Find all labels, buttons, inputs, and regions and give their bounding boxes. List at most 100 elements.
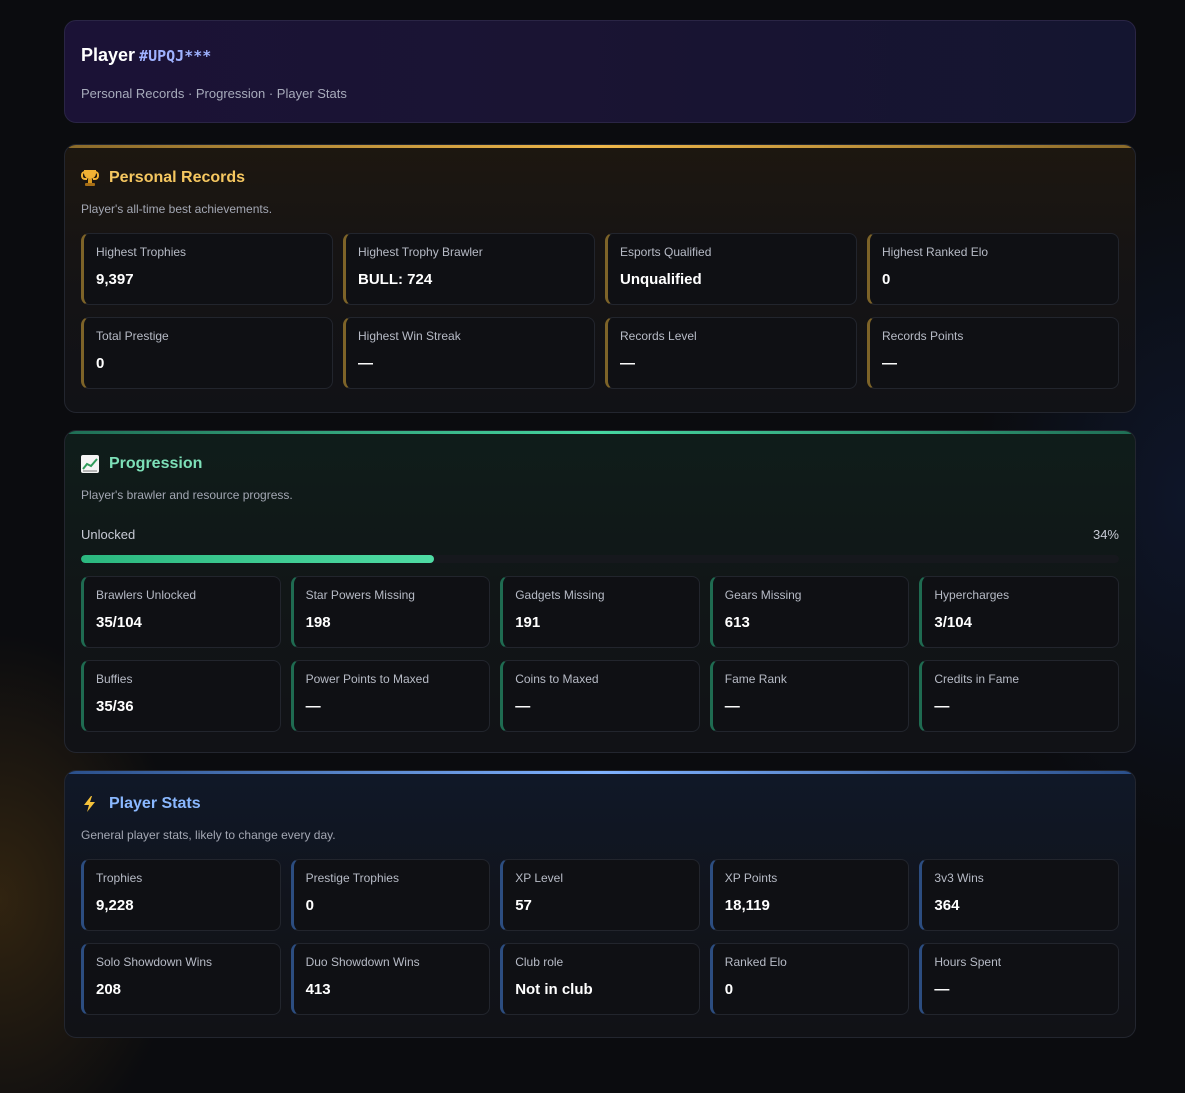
stat-card-ranked-elo: Ranked Elo 0 [709,943,910,1015]
stat-label: Prestige Trophies [305,871,399,885]
stat-label: Ranked Elo [724,955,787,969]
stat-label: Club role [515,955,564,969]
stat-card-coins-to-maxed: Coins to Maxed — [500,660,700,732]
stat-value: 0 [305,897,314,914]
trophy-icon [81,169,99,187]
progression-title: Progression [109,455,203,472]
stat-value: 0 [882,271,891,288]
stat-value: Not in club [515,981,593,998]
stat-value: — [724,698,740,715]
unlocked-progress-header: Unlocked 34% [81,527,1119,542]
stat-value: 0 [96,355,105,372]
stat-card-club-role: Club role Not in club [500,943,700,1015]
stat-value: 191 [515,614,541,631]
stat-label: XP Points [724,871,778,885]
stat-value: 3/104 [934,614,972,631]
stat-value: 364 [934,897,960,914]
stat-label: Buffies [96,672,133,686]
stat-label: Solo Showdown Wins [96,955,213,969]
lightning-icon [81,795,99,813]
stat-card-star-powers-missing: Star Powers Missing 198 [290,576,491,648]
stat-value: — [620,355,635,372]
stat-label: Trophies [96,871,143,885]
stat-card-gears-missing: Gears Missing 613 [709,576,910,648]
stat-card-records-points: Records Points — [867,317,1119,389]
stat-label: Star Powers Missing [305,588,415,602]
unlocked-progress-percent: 34% [1092,527,1119,542]
stat-value: — [305,698,321,715]
stat-card-buffies: Buffies 35/36 [81,660,281,732]
stat-label: Coins to Maxed [515,672,599,686]
stat-card-hypercharges: Hypercharges 3/104 [919,576,1119,648]
personal-records-title: Personal Records [109,169,246,186]
stat-card-duo-showdown-wins: Duo Showdown Wins 413 [290,943,491,1015]
stat-label: Highest Win Streak [358,329,461,343]
stat-label: Fame Rank [724,672,787,686]
player-stats-grid: Trophies 9,228 Prestige Trophies 0 XP Leve… [81,859,1119,1015]
stat-card-esports-qualified: Esports Qualified Unqualified [605,233,857,305]
stat-label: Records Points [882,329,964,343]
stat-card-power-points-to-maxed: Power Points to Maxed — [290,660,491,732]
stat-card-highest-trophies: Highest Trophies 9,397 [81,233,333,305]
stat-label: Esports Qualified [620,245,712,259]
stat-card-xp-level: XP Level 57 [500,859,700,931]
stat-card-highest-trophy-brawler: Highest Trophy Brawler BULL: 724 [343,233,595,305]
page-container: Player #UPQJ*** Personal Records · Progr… [64,20,1136,1038]
stat-value: — [934,981,950,998]
stat-card-3v3-wins: 3v3 Wins 364 [919,859,1119,931]
stat-value: — [934,698,950,715]
stat-value: 198 [305,614,331,631]
stat-label: Highest Ranked Elo [882,245,989,259]
progression-grid: Brawlers Unlocked 35/104 Star Powers Miss… [81,576,1119,732]
stat-label: Gears Missing [724,588,802,602]
stat-label: Duo Showdown Wins [305,955,420,969]
personal-records-section: Personal Records Player's all-time best … [64,144,1136,413]
stat-label: Highest Trophies [96,245,187,259]
stat-value: 9,228 [96,897,134,914]
stat-label: Hours Spent [934,955,1002,969]
stat-value: 413 [305,981,331,998]
player-header: Player #UPQJ*** Personal Records · Progr… [64,20,1136,123]
header-subtitle: Personal Records · Progression · Player … [81,86,347,101]
personal-records-description: Player's all-time best achievements. [81,202,273,216]
personal-records-grid: Highest Trophies 9,397 Highest Trophy Bra… [81,233,1119,389]
stat-card-trophies: Trophies 9,228 [81,859,281,931]
stat-value: — [882,355,897,372]
stat-value: 0 [724,981,734,998]
stat-value: 35/104 [96,614,142,631]
stat-label: XP Level [515,871,563,885]
stat-label: Credits in Fame [934,672,1020,686]
stat-label: Total Prestige [96,329,169,343]
stat-value: — [358,355,373,372]
unlocked-progress-label: Unlocked [81,527,136,542]
stat-label: Power Points to Maxed [305,672,429,686]
unlocked-progress-fill [81,555,434,563]
player-title: Player #UPQJ*** [81,45,1119,66]
stat-value: — [515,698,531,715]
stat-card-total-prestige: Total Prestige 0 [81,317,333,389]
stat-card-highest-ranked-elo: Highest Ranked Elo 0 [867,233,1119,305]
stat-label: Records Level [620,329,697,343]
stat-value: 208 [96,981,122,998]
stat-card-hours-spent: Hours Spent — [919,943,1119,1015]
player-stats-section: Player Stats General player stats, likel… [64,770,1136,1038]
progression-section: Progression Player's brawler and resourc… [64,430,1136,753]
stat-card-xp-points: XP Points 18,119 [709,859,910,931]
stat-card-gadgets-missing: Gadgets Missing 191 [500,576,700,648]
stat-card-fame-rank: Fame Rank — [709,660,910,732]
stat-label: Brawlers Unlocked [96,588,197,602]
stat-value: 9,397 [96,271,134,288]
stat-card-credits-in-fame: Credits in Fame — [919,660,1119,732]
player-stats-description: General player stats, likely to change e… [81,828,336,842]
stat-label: Gadgets Missing [515,588,605,602]
progression-description: Player's brawler and resource progress. [81,488,293,502]
stat-card-records-level: Records Level — [605,317,857,389]
stat-card-prestige-trophies: Prestige Trophies 0 [290,859,491,931]
stat-value: 35/36 [96,698,134,715]
stat-card-brawlers-unlocked: Brawlers Unlocked 35/104 [81,576,281,648]
player-stats-heading: Player Stats [81,793,1119,815]
stat-label: Hypercharges [934,588,1010,602]
personal-records-heading: Personal Records [81,167,1119,189]
progression-heading: Progression [81,453,1119,475]
player-tag: #UPQJ*** [139,47,212,65]
